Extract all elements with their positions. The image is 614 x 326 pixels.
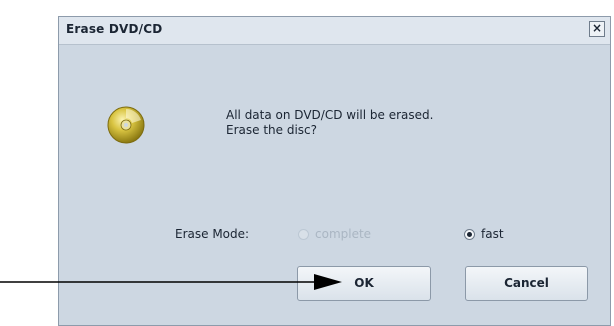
message-line: Erase the disc?	[226, 123, 317, 137]
ok-button[interactable]: OK	[297, 266, 431, 301]
message-line: All data on DVD/CD will be erased.	[226, 108, 434, 122]
fast-option-label: fast	[481, 227, 504, 241]
dialog-message: All data on DVD/CD will be erased. Erase…	[226, 108, 433, 138]
complete-radio[interactable]	[298, 229, 309, 240]
close-icon: ×	[591, 21, 603, 35]
erase-mode-label: Erase Mode:	[175, 227, 250, 241]
erase-disc-dialog: Erase DVD/CD × All data on DVD/CD will b…	[58, 16, 611, 326]
dialog-title: Erase DVD/CD	[66, 22, 163, 36]
cancel-button[interactable]: Cancel	[465, 266, 588, 301]
complete-option-label: complete	[315, 227, 372, 241]
close-button[interactable]: ×	[589, 21, 605, 37]
disc-icon	[107, 106, 145, 144]
fast-radio[interactable]	[464, 229, 475, 240]
dialog-titlebar[interactable]: Erase DVD/CD ×	[59, 17, 610, 45]
